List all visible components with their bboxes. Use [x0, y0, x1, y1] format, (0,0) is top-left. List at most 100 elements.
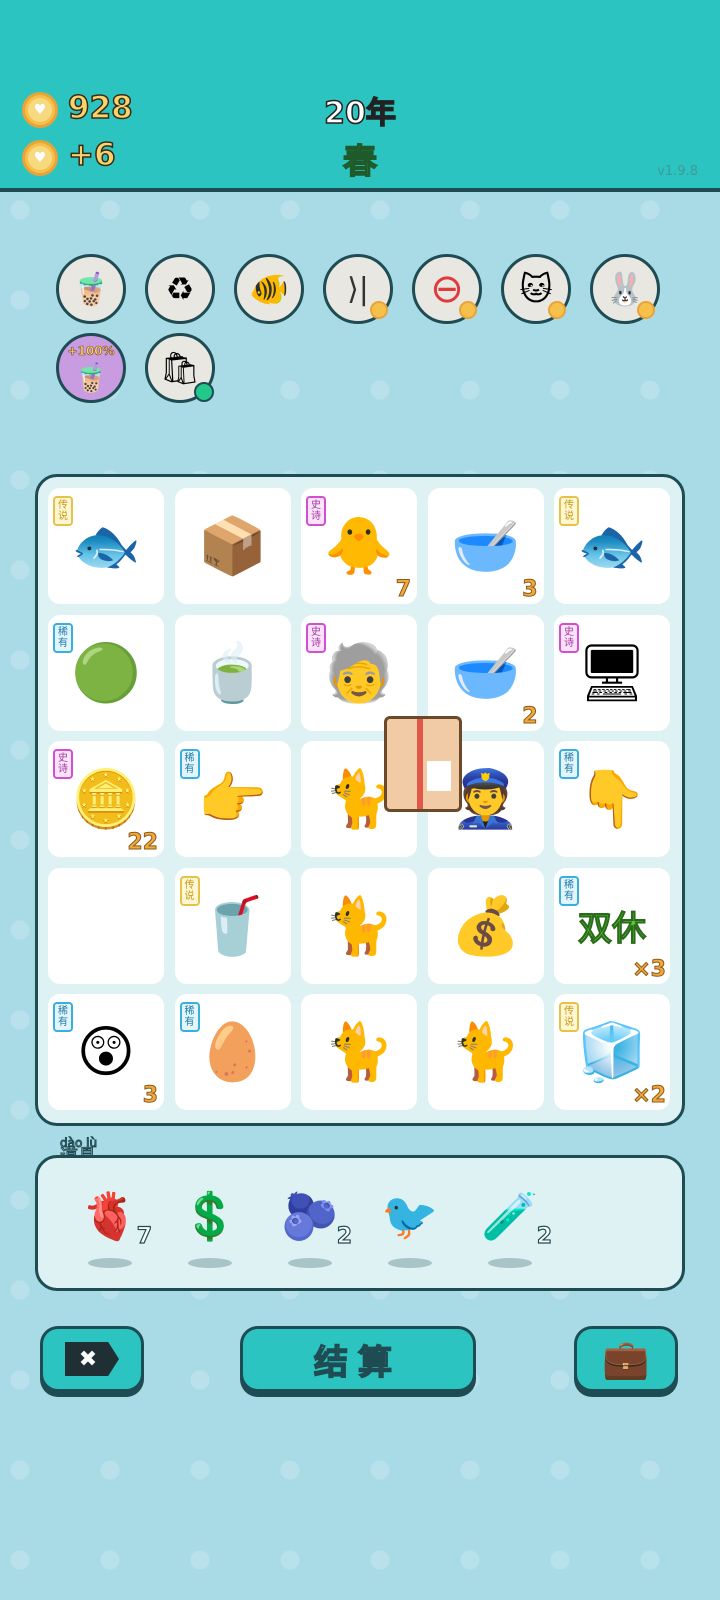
briefcase-icon: 💼 — [602, 1336, 650, 1381]
remove-button[interactable]: ✖ — [40, 1326, 144, 1392]
white-bird-icon: 🐦 — [381, 1188, 439, 1243]
rarity-tag: 传说 — [53, 496, 73, 526]
yellow-cat-icon: 🐈 — [324, 893, 394, 959]
multiplier: ×2 — [632, 1083, 667, 1109]
relic-fish-bowl[interactable]: 🐠 — [234, 254, 304, 324]
green-slime-ball-icon: 🟢 — [71, 640, 141, 706]
grid-cell[interactable]: 史诗 🐥 7 — [301, 488, 417, 604]
grid-cell[interactable]: 💰 — [427, 867, 544, 984]
tool-shadow — [188, 1258, 232, 1268]
blueberry-icon: 🫐 — [281, 1188, 339, 1243]
grid-cell[interactable]: 稀有 🥚 — [174, 994, 291, 1110]
coin-stack-face-icon: 🪙 — [71, 767, 141, 832]
floating-box-icon — [384, 716, 462, 812]
bubble-tea-boost-icon: 🧋 — [73, 360, 109, 394]
rarity-tag: 传说 — [559, 496, 579, 526]
income-coin-icon: ♥ — [22, 140, 58, 176]
relic-bubble-tea-boost[interactable]: +100% 🧋 — [56, 333, 126, 403]
relic-recycle-bag[interactable]: ♻ — [145, 254, 215, 324]
relic-skip[interactable]: ⟩| — [323, 254, 393, 324]
rarity-tag: 传说 — [179, 875, 200, 906]
dollar-coin-icon: 💲 — [181, 1188, 239, 1243]
tool-shadow — [88, 1258, 132, 1268]
glass-tubes-icon: 🧪 — [481, 1188, 539, 1243]
liver-icon: 🫀 — [81, 1188, 139, 1243]
grid-cell[interactable]: 稀有 😲 3 — [48, 994, 164, 1110]
item-count: 22 — [127, 830, 159, 856]
grid-cell[interactable]: 📦 — [174, 488, 291, 604]
rabbit-icon: 🐰 — [605, 270, 645, 308]
rarity-tag: 史诗 — [306, 622, 326, 653]
tool-item[interactable]: 🫀 7 — [70, 1176, 153, 1276]
coin-income: +6 — [67, 136, 116, 174]
green-bag-icon: 🛍 — [159, 349, 201, 387]
tea-bag-icon: 🍵 — [197, 640, 268, 706]
item-count: 3 — [142, 1083, 158, 1109]
tool-count: 2 — [536, 1223, 553, 1249]
grid-cell[interactable]: 🐈 — [301, 994, 417, 1110]
grid-cell[interactable]: 🐈 — [301, 867, 417, 984]
grid-cell[interactable]: 史诗 🪙 22 — [48, 741, 164, 857]
relic-rabbit[interactable]: 🐰 — [590, 254, 660, 324]
item-count: 2 — [522, 703, 538, 729]
settle-button[interactable]: 结算 — [240, 1326, 476, 1392]
soup-bowl-icon: 🥣 — [450, 514, 521, 579]
grid-cell[interactable]: 稀有 👇 — [554, 741, 670, 857]
grid-cell[interactable]: 传说 🥤 — [174, 867, 291, 984]
year-label: 20年 — [323, 95, 396, 132]
grid-cell[interactable]: 史诗 🧓 — [301, 614, 417, 731]
double-rest-text: 双休 — [578, 909, 647, 950]
grid-cell[interactable]: 稀有 👉 — [174, 741, 291, 857]
grid-cell[interactable]: 传说 🐟 — [48, 488, 164, 604]
grid-cell[interactable]: 🥣 3 — [427, 488, 544, 604]
fish-bowl-icon: 🐠 — [249, 270, 289, 308]
remove-icon: ⊖ — [430, 266, 464, 312]
rarity-tag: 稀有 — [559, 749, 579, 779]
relic-green-bag[interactable]: 🛍 — [145, 333, 215, 403]
coin-total: 928 — [67, 89, 133, 127]
tool-count: 2 — [336, 1223, 353, 1249]
bag-button[interactable]: 💼 — [574, 1326, 678, 1392]
settle-button-label: 结算 — [313, 1342, 402, 1384]
cardboard-box-icon: 📦 — [197, 514, 268, 579]
sunglasses-grandpa-icon: 🧓 — [324, 640, 394, 706]
tool-item[interactable]: 💲 — [170, 1176, 250, 1276]
grid-cell[interactable]: 传说 🐟 — [554, 488, 670, 604]
multiplier: ×3 — [632, 956, 667, 982]
golden-cats-icon: 🐱 — [519, 270, 553, 308]
bubble-tea-cup-icon: 🥤 — [197, 893, 268, 959]
grid-cell[interactable]: 🐈 — [427, 994, 544, 1110]
rarity-tag: 稀有 — [53, 1002, 73, 1032]
season-label: 春 — [342, 141, 378, 183]
relic-bubble-tea[interactable]: 🧋 — [56, 254, 126, 324]
rarity-tag: 稀有 — [179, 749, 200, 779]
grid-cell[interactable] — [48, 867, 164, 984]
grid-cell[interactable]: 🍵 — [174, 614, 291, 731]
item-count: 3 — [522, 577, 538, 603]
coin-burst-icon: 💰 — [450, 893, 521, 959]
rarity-tag: 史诗 — [559, 622, 579, 653]
tool-count: 7 — [136, 1223, 153, 1249]
surprised-boy-icon: 😲 — [76, 1019, 136, 1085]
rarity-tag: 史诗 — [53, 749, 73, 779]
grid-cell[interactable]: 稀有 🟢 — [48, 614, 164, 731]
tool-item[interactable]: 🐦 — [370, 1176, 450, 1276]
relic-golden-cats[interactable]: 🐱 — [501, 254, 571, 324]
version-label: v1.9.8 — [657, 164, 698, 179]
tool-item[interactable]: 🫐 2 — [270, 1176, 353, 1276]
grid-cell[interactable]: 传说 🧊 ×2 — [554, 994, 670, 1110]
pointing-down-hand-icon: 👇 — [577, 767, 647, 832]
grid-cell[interactable]: 🥣 2 — [427, 614, 544, 731]
grid-cell[interactable]: 稀有 双休 ×3 — [554, 867, 670, 984]
skip-icon: ⟩| — [347, 271, 369, 307]
bubble-tea-cup-icon: 🧋 — [71, 270, 111, 308]
capsule-bowl-icon: 🥚 — [197, 1020, 268, 1085]
tool-shadow — [288, 1258, 332, 1268]
grid-cell[interactable]: 史诗 🖥 — [554, 614, 670, 731]
yellow-cat-icon: 🐈 — [450, 1020, 521, 1085]
yellow-chick-icon: 🐥 — [324, 514, 394, 579]
tool-item[interactable]: 🧪 2 — [470, 1176, 553, 1276]
relic-remove[interactable]: ⊖ — [412, 254, 482, 324]
rarity-tag: 稀有 — [559, 875, 579, 906]
graphics-card-icon: 🖥 — [576, 640, 648, 706]
